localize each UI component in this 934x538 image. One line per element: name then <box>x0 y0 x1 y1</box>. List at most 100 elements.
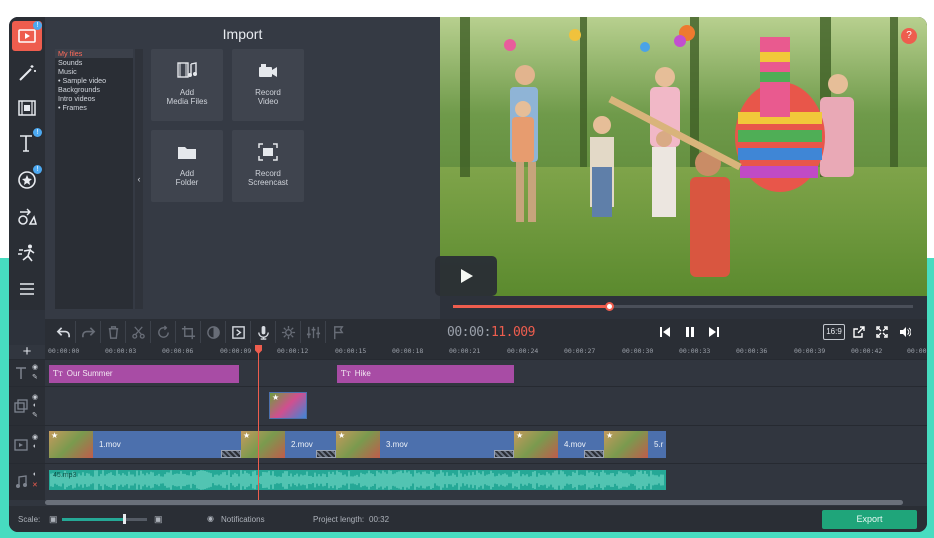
audio-clip[interactable]: 45.mp3 <box>49 470 666 490</box>
export-button[interactable]: Export <box>822 510 917 529</box>
callouts-tool-button[interactable] <box>12 202 42 232</box>
video-clip[interactable]: ★ 1.mov <box>49 431 241 458</box>
detach-player-button[interactable] <box>848 322 870 342</box>
volume-icon[interactable]: ◖ <box>32 471 41 478</box>
category-sample-video[interactable]: • Sample video <box>55 76 133 85</box>
category-backgrounds[interactable]: Backgrounds <box>55 85 133 94</box>
play-button[interactable] <box>435 256 497 296</box>
clip-properties-button[interactable] <box>276 321 301 343</box>
crop-button[interactable] <box>176 321 201 343</box>
category-sounds[interactable]: Sounds <box>55 58 133 67</box>
category-music[interactable]: Music <box>55 67 133 76</box>
delete-button[interactable] <box>101 321 126 343</box>
zoom-in-icon[interactable]: ▣ <box>154 514 163 525</box>
import-tool-button[interactable]: ! <box>12 21 42 51</box>
transition-marker[interactable] <box>316 450 336 458</box>
record-screencast-button[interactable]: Record Screencast <box>232 130 304 202</box>
shapes-icon <box>18 208 37 225</box>
scrollbar-thumb[interactable] <box>45 500 903 505</box>
category-frames[interactable]: • Frames <box>55 103 133 112</box>
timeline-scrollbar[interactable] <box>45 500 903 505</box>
audio-clip-label: 45.mp3 <box>53 472 77 479</box>
mute-audio-icon[interactable]: ✕ <box>32 481 41 489</box>
video-clip[interactable]: ★ 3.mov <box>336 431 514 458</box>
title-clip-label: Our Summer <box>66 369 113 378</box>
visibility-icon[interactable]: ◉ <box>32 363 41 371</box>
track-header: ◉ ◖ <box>9 426 45 463</box>
video-preview[interactable]: ? <box>440 17 927 296</box>
split-button[interactable] <box>126 321 151 343</box>
marker-button[interactable] <box>326 321 351 343</box>
lock-icon[interactable]: ✎ <box>32 373 41 381</box>
motion-tool-button[interactable] <box>12 238 42 268</box>
volume-button[interactable] <box>894 322 916 342</box>
ruler-tick: 00:00:18 <box>392 347 424 355</box>
titles-tool-button[interactable]: ! <box>12 128 42 158</box>
time-ruler[interactable]: 00:00:00 00:00:03 00:00:06 00:00:09 00:0… <box>45 345 927 359</box>
record-audio-button[interactable] <box>251 321 276 343</box>
aspect-ratio-button[interactable]: 16:9 <box>823 324 845 340</box>
timeline[interactable]: + 00:00:00 00:00:03 00:00:06 00:00:09 00… <box>9 344 927 506</box>
add-media-files-button[interactable]: Add Media Files <box>151 49 223 121</box>
category-my-files[interactable]: My files <box>55 49 133 58</box>
lock-icon[interactable]: ✎ <box>32 411 41 419</box>
notifications-icon[interactable]: ◉ <box>207 514 214 523</box>
timecode-fraction: 11.009 <box>490 325 535 340</box>
scale-slider[interactable] <box>62 518 123 521</box>
title-clip[interactable]: Tт Our Summer <box>49 365 239 383</box>
pause-button[interactable] <box>679 322 701 342</box>
add-folder-button[interactable]: Add Folder <box>151 130 223 202</box>
equalizer-button[interactable] <box>301 321 326 343</box>
filters-tool-button[interactable] <box>12 58 42 88</box>
video-track: ◉ ◖ ★ 1.mov ★ 2.mov ★ 3.mov ★ 4.mov ★ 5.… <box>9 425 927 463</box>
transition-marker[interactable] <box>494 450 514 458</box>
play-icon <box>461 269 473 283</box>
tile-label-line2: Screencast <box>247 178 289 187</box>
collapse-panel-button[interactable]: ‹ <box>135 49 143 309</box>
visibility-icon[interactable]: ◉ <box>32 433 41 441</box>
undo-button[interactable] <box>51 321 76 343</box>
timecode-elapsed: 00:00: <box>447 325 491 340</box>
notifications-label[interactable]: Notifications <box>221 515 265 524</box>
transition-marker[interactable] <box>221 450 241 458</box>
playhead[interactable] <box>258 345 259 500</box>
category-intro-videos[interactable]: Intro videos <box>55 94 133 103</box>
transitions-tool-button[interactable] <box>12 93 42 123</box>
color-adjust-button[interactable] <box>201 321 226 343</box>
video-clip[interactable]: ★ 2.mov <box>241 431 336 458</box>
pause-icon <box>686 327 694 337</box>
category-list: My files Sounds Music • Sample video Bac… <box>55 49 133 309</box>
redo-button[interactable] <box>76 321 101 343</box>
title-clip-icon: Tт <box>341 369 351 378</box>
help-button[interactable]: ? <box>901 28 917 44</box>
skip-back-button[interactable] <box>654 322 676 342</box>
visibility-icon[interactable]: ◉ <box>32 393 41 401</box>
status-bar: Scale: ▣ ▣ ◉ Notifications Project lengt… <box>9 506 927 532</box>
video-clip[interactable]: ★ 5.r <box>604 431 666 458</box>
microphone-icon <box>257 325 269 340</box>
project-length-label: Project length: <box>313 515 365 524</box>
scale-slider-handle[interactable] <box>123 514 127 524</box>
import-panel: Import My files Sounds Music • Sample vi… <box>45 17 440 319</box>
rotate-button[interactable] <box>151 321 176 343</box>
overlay-clip[interactable]: ★ <box>269 392 307 419</box>
fullscreen-button[interactable] <box>871 322 893 342</box>
more-tools-button[interactable] <box>12 274 42 304</box>
title-clip[interactable]: Tт Hike <box>337 365 514 383</box>
stickers-tool-button[interactable]: ! <box>12 165 42 195</box>
mute-icon[interactable]: ◖ <box>32 402 41 409</box>
scale-slider-rest[interactable] <box>123 518 147 521</box>
zoom-out-icon[interactable]: ▣ <box>49 514 58 525</box>
preview-progress-bar[interactable] <box>440 296 927 318</box>
progress-track[interactable] <box>453 302 913 311</box>
ruler-tick: 00:00:06 <box>162 347 194 355</box>
video-clip[interactable]: ★ 4.mov <box>514 431 604 458</box>
mute-icon[interactable]: ◖ <box>32 443 41 450</box>
transition-wizard-button[interactable] <box>226 321 251 343</box>
add-track-button[interactable]: + <box>19 344 35 359</box>
app-window: ! ! ! Import My files Sounds Music • Sam… <box>9 17 927 532</box>
transition-marker[interactable] <box>584 450 604 458</box>
skip-forward-button[interactable] <box>703 322 725 342</box>
progress-handle[interactable] <box>605 302 615 311</box>
record-video-button[interactable]: Record Video <box>232 49 304 121</box>
